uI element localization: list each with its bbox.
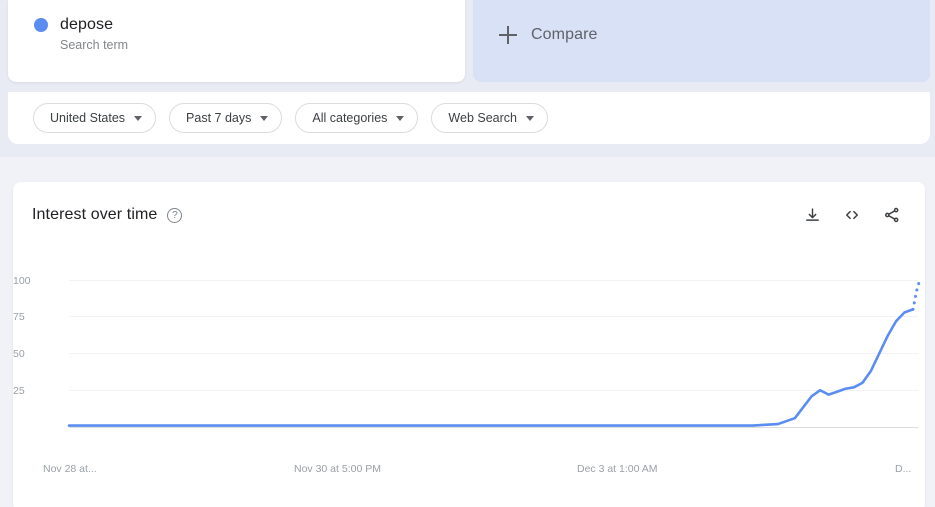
filter-location-label: United States (50, 111, 126, 125)
x-tick-3: Dec 3 at 1:00 AM (577, 463, 658, 475)
trend-line-partial-dotted (911, 278, 922, 311)
embed-code-icon[interactable] (841, 204, 863, 226)
chevron-down-icon (525, 115, 534, 121)
filter-time-range[interactable]: Past 7 days (169, 103, 283, 133)
compare-label: Compare (531, 26, 598, 43)
trend-line-chart[interactable] (13, 259, 925, 459)
x-tick-2: Nov 30 at 5:00 PM (294, 463, 381, 475)
share-icon[interactable] (881, 204, 903, 226)
chevron-down-icon (134, 115, 143, 121)
x-axis-labels: Nov 28 at... Nov 30 at 5:00 PM Dec 3 at … (13, 459, 925, 477)
filter-location[interactable]: United States (33, 103, 157, 133)
search-term-label: depose (60, 16, 114, 33)
x-tick-4: D... (895, 463, 912, 475)
compare-card[interactable]: Compare (473, 0, 930, 82)
chart-title: Interest over time (32, 206, 158, 223)
help-circle-icon[interactable]: ? (167, 207, 183, 223)
filter-category-label: All categories (312, 111, 388, 125)
filter-search-type-label: Web Search (448, 111, 517, 125)
search-term-type: Search term (60, 38, 129, 52)
download-icon[interactable] (801, 204, 823, 226)
search-term-row: depose (8, 0, 465, 34)
filter-category[interactable]: All categories (295, 103, 419, 133)
x-tick-1: Nov 28 at... (43, 463, 97, 475)
compare-row: Compare (473, 0, 930, 44)
plus-icon (499, 26, 517, 44)
filter-bar: United States Past 7 days All categories… (8, 92, 930, 144)
filter-time-range-label: Past 7 days (186, 111, 252, 125)
chevron-down-icon (396, 115, 405, 121)
filter-search-type[interactable]: Web Search (431, 103, 548, 133)
legend-dot-icon (34, 18, 48, 32)
chevron-down-icon (260, 115, 269, 121)
chart-plot-area: 100 75 50 25 Nov 28 at... Nov 30 at 5:00… (13, 259, 925, 475)
search-term-card[interactable]: depose Search term (8, 0, 465, 82)
interest-over-time-card: Interest over time ? 100 75 50 25 Nov 28… (13, 182, 925, 507)
trend-line-solid (67, 308, 915, 427)
chart-header: Interest over time ? (13, 182, 925, 226)
chart-actions (801, 204, 903, 226)
